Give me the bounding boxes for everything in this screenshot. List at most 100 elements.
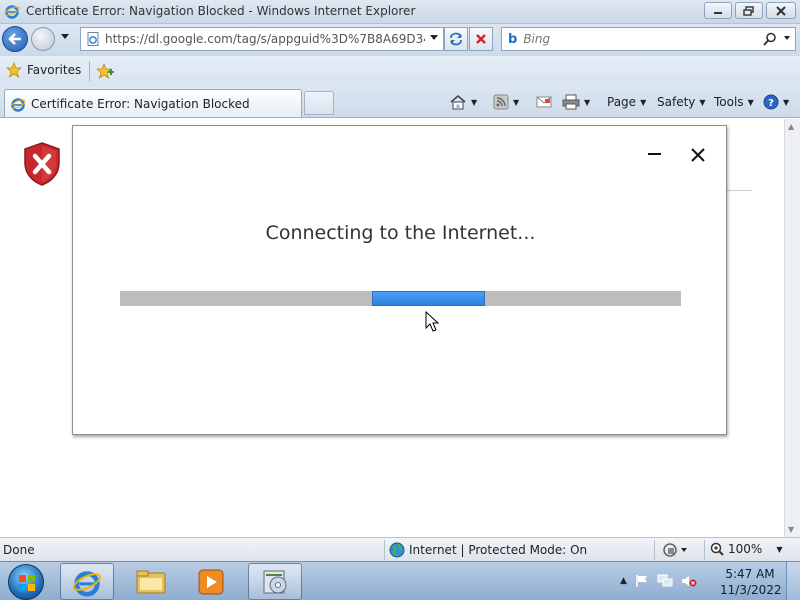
minimize-icon — [714, 11, 722, 14]
tools-dropdown-icon: ▼ — [747, 97, 754, 107]
ie-tab-icon — [10, 97, 26, 112]
window-title: Certificate Error: Navigation Blocked - … — [26, 4, 416, 18]
forward-button[interactable] — [31, 27, 55, 51]
minimize-button[interactable] — [704, 2, 732, 19]
back-arrow-icon — [8, 33, 21, 45]
search-box[interactable]: b Bing — [501, 27, 796, 51]
tab-certificate-error[interactable]: Certificate Error: Navigation Blocked — [4, 89, 302, 117]
status-bar: Done Internet | Protected Mode: On 100% … — [0, 537, 800, 561]
address-bar[interactable]: https://dl.google.com/tag/s/appguid%3D%7… — [80, 27, 444, 51]
favorites-bar: Favorites — [0, 56, 800, 86]
zoom-control[interactable]: 100% ▼ — [710, 542, 782, 556]
tools-menu[interactable]: Tools ▼ — [714, 91, 754, 113]
ie-taskbar-icon — [73, 570, 101, 597]
minimize-icon — [648, 153, 661, 155]
status-text: Done — [3, 543, 35, 557]
page-menu-label: Page — [607, 95, 637, 109]
dialog-close-button[interactable] — [687, 144, 709, 166]
mail-icon — [536, 96, 552, 108]
page-menu[interactable]: Page ▼ — [607, 91, 646, 113]
show-desktop-button[interactable] — [786, 562, 800, 600]
close-icon — [776, 5, 786, 16]
favorites-star-icon — [6, 62, 22, 78]
url-text[interactable]: https://dl.google.com/tag/s/appguid%3D%7… — [105, 32, 425, 46]
internet-globe-icon — [389, 542, 405, 558]
page-icon — [87, 32, 99, 46]
home-icon — [450, 94, 466, 110]
certificate-error-shield-icon — [24, 142, 60, 186]
vertical-scrollbar[interactable]: ▲ ▼ — [784, 119, 800, 537]
status-separator — [654, 540, 655, 560]
restore-button[interactable] — [735, 2, 763, 19]
help-button[interactable]: ? ▼ — [763, 91, 789, 113]
help-icon: ? — [763, 94, 779, 110]
help-dropdown-icon[interactable]: ▼ — [783, 98, 789, 107]
favorites-button[interactable]: Favorites — [6, 62, 81, 78]
status-separator — [384, 540, 385, 560]
taskbar-media-player[interactable] — [184, 563, 238, 600]
mouse-cursor-icon — [425, 311, 440, 332]
refresh-button[interactable] — [444, 27, 468, 51]
new-tab-button[interactable] — [304, 91, 334, 115]
action-center-flag-icon[interactable] — [635, 574, 649, 588]
ie-logo-icon — [4, 5, 20, 19]
feeds-button[interactable]: ▼ — [493, 91, 519, 113]
print-button[interactable]: ▼ — [562, 91, 590, 113]
search-icon[interactable] — [763, 32, 777, 46]
taskbar-clock[interactable]: 5:47 AM 11/3/2022 — [720, 566, 782, 598]
taskbar-internet-explorer[interactable] — [60, 563, 114, 600]
window-controls — [704, 2, 796, 19]
feeds-icon — [493, 94, 509, 110]
favorites-separator — [89, 61, 90, 81]
read-mail-button[interactable] — [536, 91, 552, 113]
security-zone-label: Internet | Protected Mode: On — [409, 543, 588, 557]
refresh-icon — [450, 32, 462, 46]
security-zone[interactable]: Internet | Protected Mode: On — [389, 542, 587, 558]
zoom-icon — [710, 542, 724, 556]
search-dropdown-icon[interactable] — [783, 34, 791, 42]
add-to-favorites-icon[interactable] — [96, 63, 114, 79]
close-button[interactable] — [766, 2, 796, 19]
zoom-level: 100% — [728, 542, 763, 556]
safety-dropdown-icon: ▼ — [699, 97, 706, 107]
home-button[interactable]: ▼ — [449, 91, 477, 113]
system-tray: ▲ — [620, 574, 697, 588]
bing-icon: b — [508, 31, 518, 47]
status-separator — [704, 540, 705, 560]
feeds-dropdown-icon[interactable]: ▼ — [513, 98, 519, 107]
svg-text:?: ? — [768, 98, 774, 109]
taskbar-installer[interactable] — [248, 563, 302, 600]
windows-logo-icon — [19, 575, 35, 591]
dialog-minimize-button[interactable] — [645, 144, 665, 164]
connecting-dialog: Connecting to the Internet... — [72, 125, 727, 435]
search-placeholder: Bing — [523, 32, 551, 46]
scroll-up-icon[interactable]: ▲ — [788, 122, 794, 131]
restore-icon — [743, 5, 754, 16]
page-dropdown-icon: ▼ — [640, 97, 647, 107]
print-dropdown-icon[interactable]: ▼ — [584, 98, 590, 107]
clock-date: 11/3/2022 — [720, 583, 782, 597]
progress-bar — [120, 291, 681, 306]
close-icon — [691, 148, 705, 162]
home-dropdown-icon[interactable]: ▼ — [471, 98, 477, 107]
history-dropdown-icon[interactable] — [60, 33, 70, 41]
print-icon — [562, 94, 580, 110]
safety-menu[interactable]: Safety ▼ — [657, 91, 706, 113]
stop-icon — [476, 34, 486, 44]
volume-muted-icon[interactable] — [681, 574, 697, 588]
back-button[interactable] — [2, 26, 28, 52]
navigation-bar: https://dl.google.com/tag/s/appguid%3D%7… — [0, 24, 800, 56]
taskbar-windows-explorer[interactable] — [124, 563, 178, 600]
network-icon[interactable] — [657, 574, 673, 588]
folder-icon — [136, 570, 166, 593]
dialog-message: Connecting to the Internet... — [265, 222, 536, 244]
address-dropdown-icon[interactable] — [429, 34, 439, 42]
protected-mode-icon[interactable] — [662, 542, 688, 558]
show-hidden-icons-icon[interactable]: ▲ — [620, 576, 627, 586]
start-button[interactable] — [8, 564, 44, 600]
installer-icon — [263, 570, 287, 593]
scroll-down-icon[interactable]: ▼ — [788, 525, 794, 534]
tab-label: Certificate Error: Navigation Blocked — [31, 96, 250, 111]
stop-button[interactable] — [469, 27, 493, 51]
zoom-dropdown-icon[interactable]: ▼ — [776, 545, 782, 554]
